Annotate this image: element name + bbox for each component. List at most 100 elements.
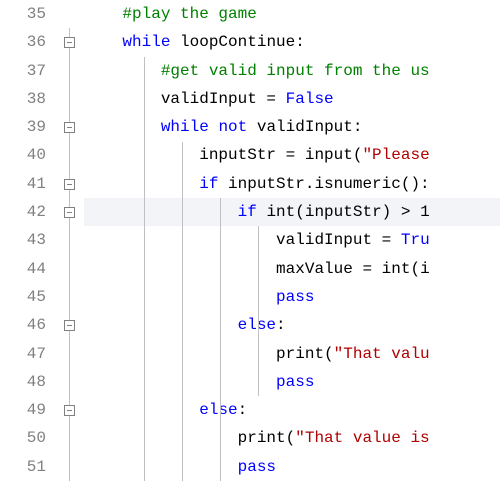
line-number: 51 [0,453,46,481]
fold-row [56,396,84,424]
token: "Please [362,146,429,164]
token: validInput: [247,118,362,136]
line-number: 46 [0,311,46,339]
line-number: 43 [0,226,46,254]
line-number: 49 [0,396,46,424]
token: int [382,260,411,278]
indent-guide [258,226,259,396]
line-number: 47 [0,340,46,368]
fold-toggle-icon[interactable] [64,179,75,190]
token [84,118,161,136]
token: maxValue = [84,260,382,278]
fold-toggle-icon[interactable] [64,320,75,331]
token: print( [84,429,295,447]
fold-row [56,0,84,28]
token: (i [410,260,429,278]
indent-guide [220,198,221,481]
token: else [238,316,276,334]
token: : [276,316,286,334]
fold-row [56,424,84,452]
code-line[interactable]: validInput = False [84,85,500,113]
fold-row [56,368,84,396]
code-line[interactable]: maxValue = int(i [84,255,500,283]
line-number: 44 [0,255,46,283]
token: : [238,401,248,419]
code-line[interactable]: else: [84,396,500,424]
token: validInput = [84,231,401,249]
token: validInput = [84,90,286,108]
fold-row [56,311,84,339]
code-line[interactable]: pass [84,368,500,396]
token [84,373,276,391]
token: pass [276,288,314,306]
token: print( [84,345,334,363]
code-line[interactable]: validInput = Tru [84,226,500,254]
fold-row [56,198,84,226]
code-line[interactable]: if int(inputStr) > 1 [84,198,500,226]
fold-row [56,85,84,113]
token: if [199,175,218,193]
token: False [286,90,334,108]
code-area[interactable]: #play the game while loopContinue: #get … [84,0,500,481]
token: inputStr = input( [84,146,362,164]
code-line[interactable]: pass [84,283,500,311]
line-number: 45 [0,283,46,311]
code-line[interactable]: while loopContinue: [84,28,500,56]
line-number: 35 [0,0,46,28]
token [257,203,267,221]
token: int [266,203,295,221]
line-number: 36 [0,28,46,56]
code-line[interactable]: inputStr = input("Please [84,141,500,169]
token: loopContinue: [170,33,304,51]
line-number: 38 [0,85,46,113]
token: if [238,203,257,221]
fold-row [56,28,84,56]
fold-row [56,453,84,481]
fold-row [56,340,84,368]
token: "That value is [295,429,429,447]
line-number: 39 [0,113,46,141]
fold-toggle-icon[interactable] [64,405,75,416]
token: else [199,401,237,419]
token [84,33,122,51]
code-editor[interactable]: 3536373839404142434445464748495051 #play… [0,0,500,481]
fold-row [56,141,84,169]
line-number: 41 [0,170,46,198]
fold-row [56,226,84,254]
token: (inputStr) > 1 [295,203,429,221]
line-number-gutter: 3536373839404142434445464748495051 [0,0,56,481]
token: not [218,118,247,136]
fold-row [56,170,84,198]
fold-toggle-icon[interactable] [64,122,75,133]
code-line[interactable]: else: [84,311,500,339]
token [84,62,161,80]
token: Tru [401,231,430,249]
token [84,288,276,306]
code-line[interactable]: #play the game [84,0,500,28]
fold-toggle-icon[interactable] [64,37,75,48]
code-line[interactable]: print("That valu [84,340,500,368]
token: while [161,118,209,136]
fold-toggle-icon[interactable] [64,207,75,218]
line-number: 48 [0,368,46,396]
fold-row [56,57,84,85]
fold-row [56,283,84,311]
code-line[interactable]: #get valid input from the us [84,57,500,85]
code-line[interactable]: print("That value is [84,424,500,452]
token: #get valid input from the us [161,62,430,80]
fold-row [56,113,84,141]
code-line[interactable]: pass [84,453,500,481]
token: "That valu [334,345,430,363]
indent-guide [182,142,183,482]
fold-row [56,255,84,283]
line-number: 37 [0,57,46,85]
token: while [122,33,170,51]
fold-column [56,0,84,481]
line-number: 40 [0,141,46,169]
token [84,203,238,221]
code-line[interactable]: while not validInput: [84,113,500,141]
code-line[interactable]: if inputStr.isnumeric(): [84,170,500,198]
token: #play the game [84,5,257,23]
line-number: 42 [0,198,46,226]
token: pass [276,373,314,391]
